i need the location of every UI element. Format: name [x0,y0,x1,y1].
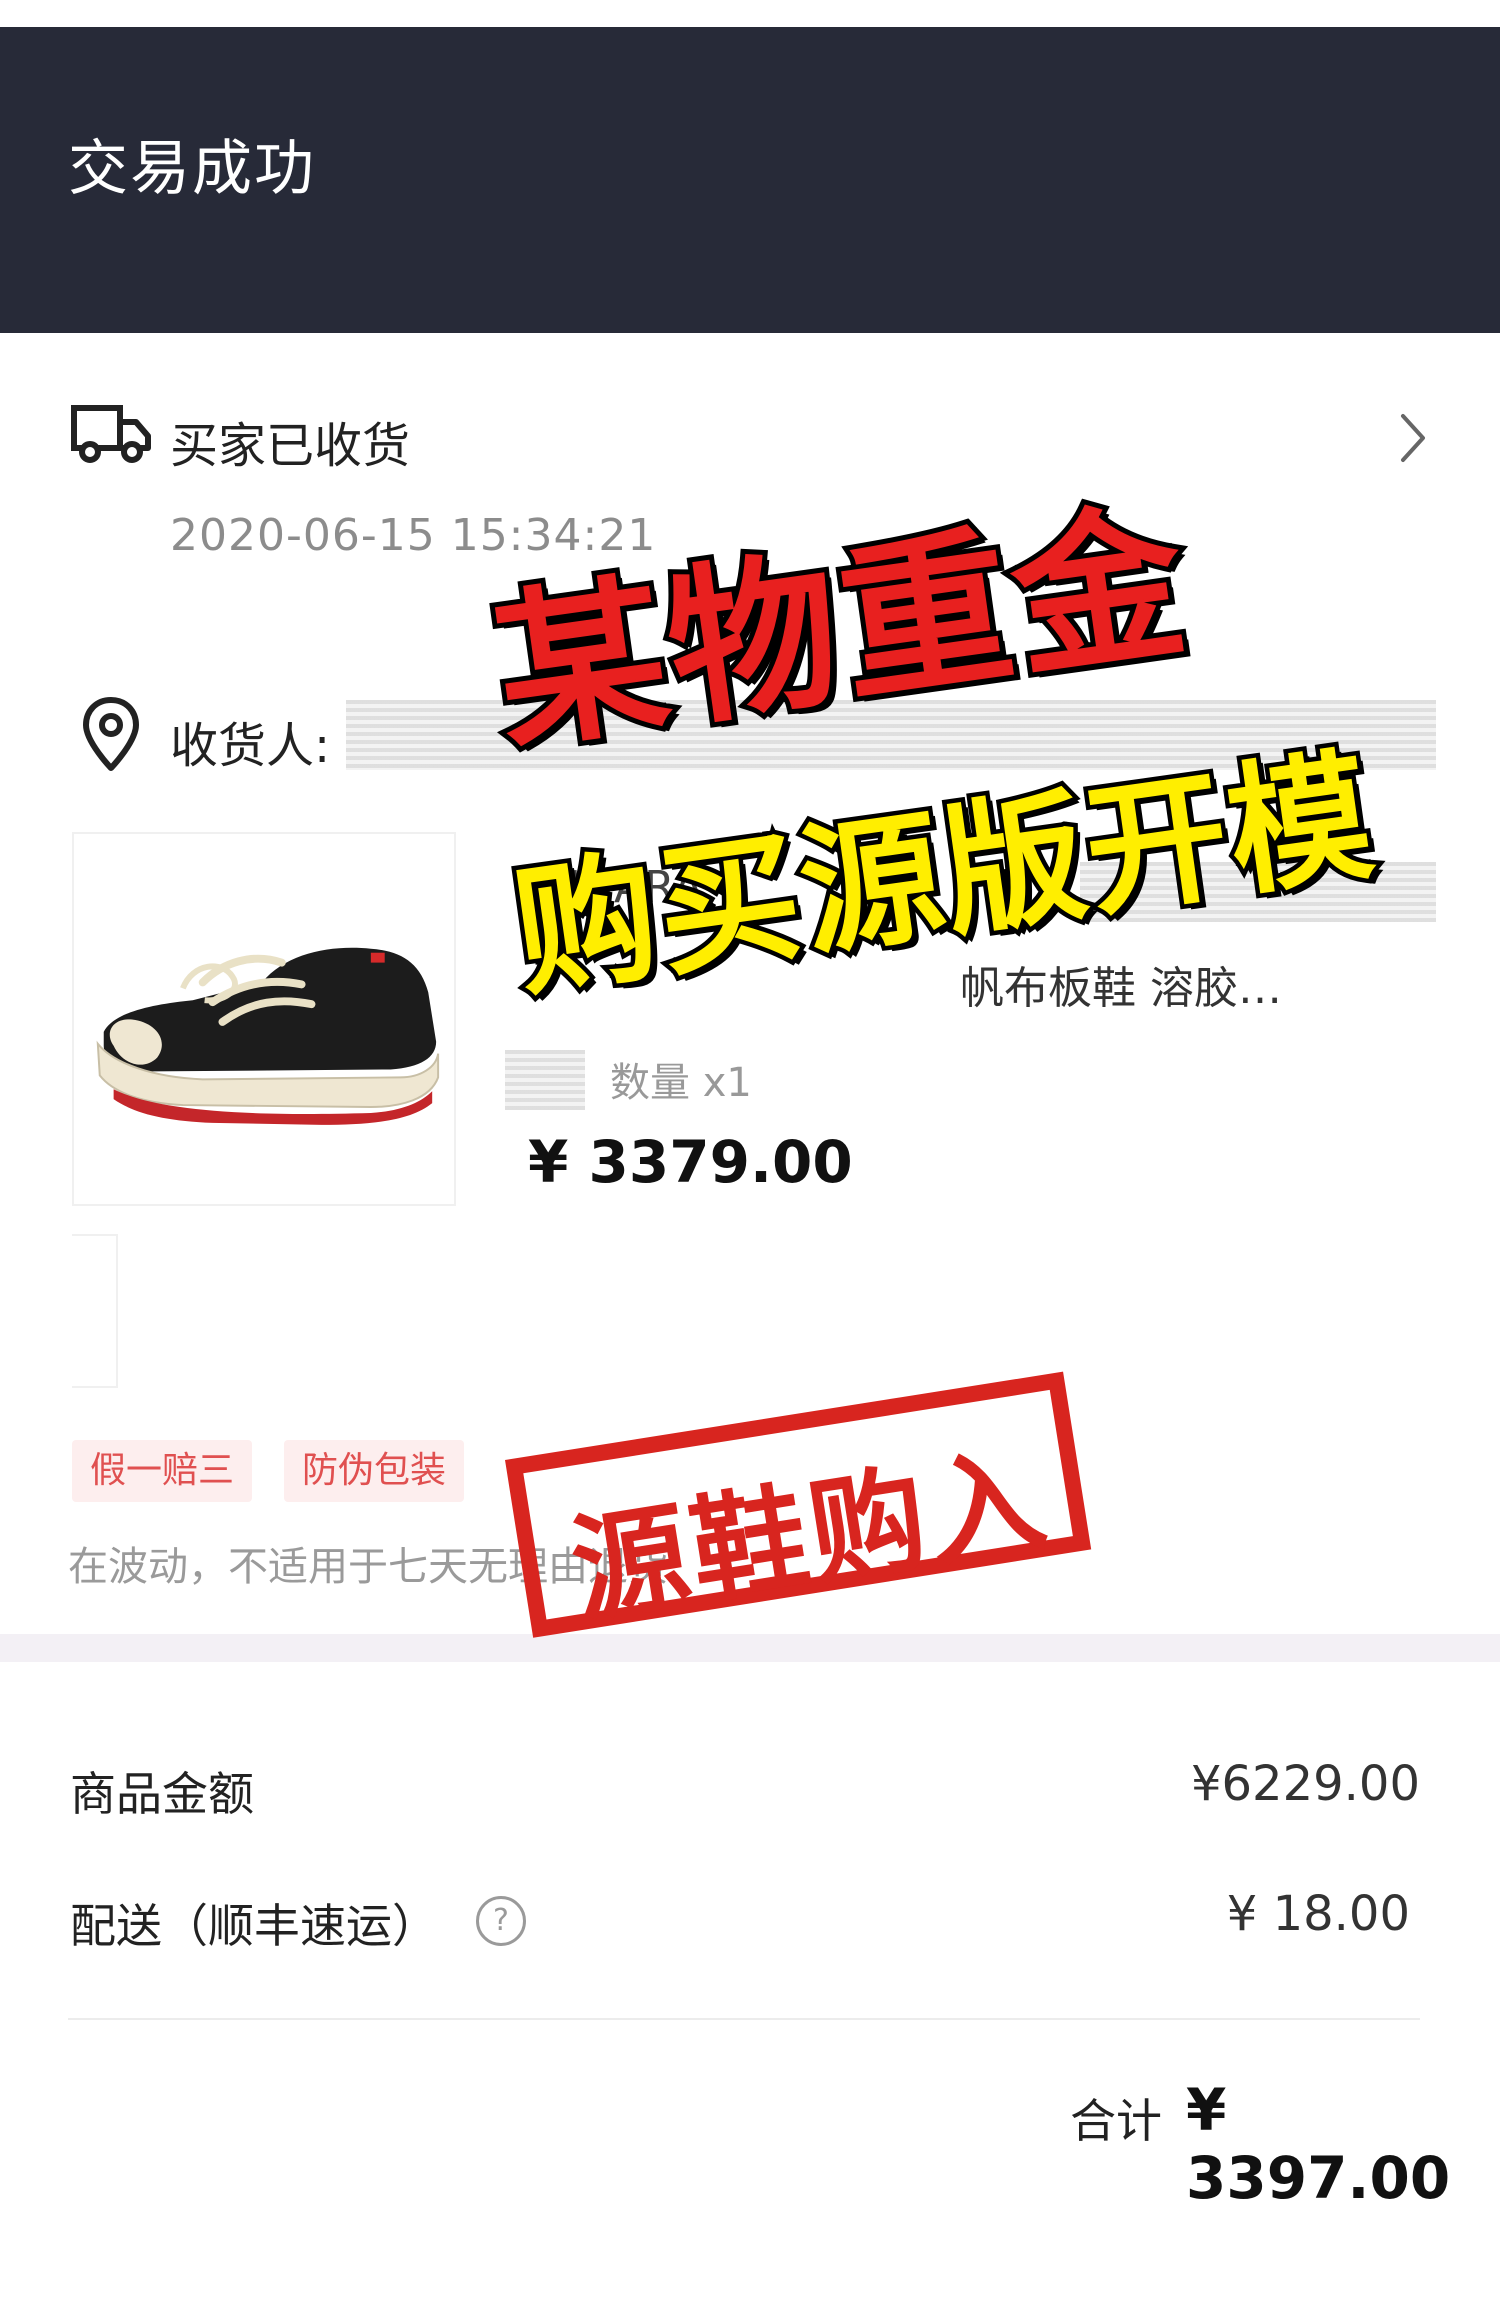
page-title: 交易成功 [68,134,316,204]
tag-anti-counterfeit: 防伪包装 [284,1440,465,1502]
logistics-status-text: 买家已收货 [170,418,411,474]
goods-amount-label: 商品金额 [70,1767,254,1821]
section-separator [0,1634,1500,1662]
total-label: 合计 [1070,2094,1162,2148]
sneaker-image [96,947,440,1125]
chevron-right-icon[interactable] [1395,408,1431,468]
receiver-label: 收货人: [170,718,331,774]
help-icon[interactable]: ? [476,1896,526,1946]
product-name-line2[interactable]: 帆布板鞋 溶胶… [960,952,1282,1016]
location-pin-icon [83,697,139,771]
product-price: ¥ 3379.00 [528,1128,853,1196]
product-quantity: 数量 x1 [610,1060,752,1106]
goods-amount-value: ¥6229.00 [1190,1756,1420,1812]
shipping-label: 配送（顺丰速运） [70,1899,438,1953]
product-spec-redacted [505,1050,585,1110]
summary-divider [68,2018,1420,2020]
tag-fake-compensation: 假一赔三 [72,1440,253,1502]
shipping-value: ¥ 18.00 [1226,1886,1410,1942]
overlay-stamp-text: 源鞋购入 [562,1431,1059,1640]
total-value: ¥ 3397.00 [1186,2076,1451,2212]
product-image[interactable] [72,832,456,1206]
product-image-frame-lower [72,1234,118,1388]
overlay-stamp: 源鞋购入 [505,1371,1092,1640]
truck-icon [71,405,151,463]
